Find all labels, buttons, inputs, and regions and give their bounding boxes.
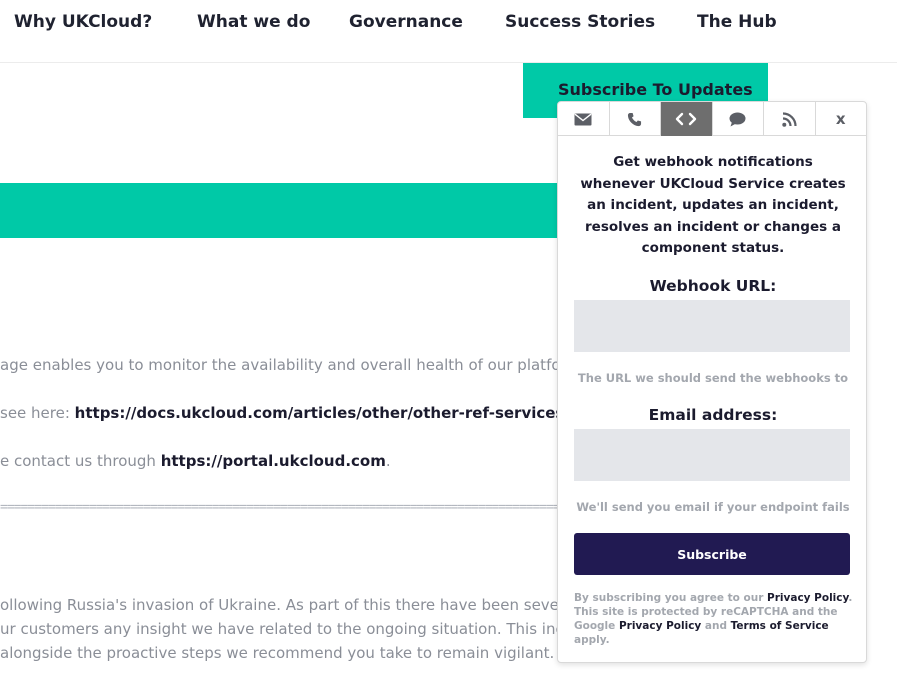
contact-paragraph: e contact us through https://portal.ukcl… — [0, 452, 391, 470]
docs-paragraph-text: see here: — [0, 404, 75, 422]
nav-why-ukcloud[interactable]: Why UKCloud? — [14, 12, 152, 32]
google-privacy-policy-link[interactable]: Privacy Policy — [619, 620, 701, 632]
tab-rss[interactable] — [764, 102, 816, 136]
legal-text-1: By subscribing you agree to our — [574, 592, 768, 604]
chat-bubble-icon — [729, 112, 746, 126]
nav-what-we-do[interactable]: What we do — [197, 12, 310, 32]
tab-webhook[interactable] — [661, 102, 713, 136]
legal-text-3: and — [701, 620, 731, 632]
tab-sms[interactable] — [610, 102, 661, 136]
top-nav: Why UKCloud? What we do Governance Succe… — [0, 0, 897, 63]
nav-the-hub[interactable]: The Hub — [697, 12, 777, 32]
phone-icon — [628, 112, 642, 126]
notice-line-2: ur customers any insight we have related… — [0, 620, 604, 638]
tab-email[interactable] — [558, 102, 610, 136]
webhook-url-hint: The URL we should send the webhooks to — [577, 371, 849, 385]
subscribe-method-tabs: x — [558, 102, 866, 136]
portal-link[interactable]: https://portal.ukcloud.com — [161, 452, 386, 470]
privacy-policy-link[interactable]: Privacy Policy — [767, 592, 848, 604]
code-icon — [676, 112, 697, 126]
email-address-input[interactable] — [574, 429, 850, 481]
webhook-description: Get webhook notifications whenever UKClo… — [580, 154, 846, 256]
page-banner — [0, 183, 560, 238]
notice-line-3: alongside the proactive steps we recomme… — [0, 644, 555, 662]
contact-paragraph-text: e contact us through — [0, 452, 161, 470]
notice-line-1: ollowing Russia's invasion of Ukraine. A… — [0, 596, 599, 614]
legal-text-4: apply. — [574, 634, 610, 646]
email-address-hint: We'll send you email if your endpoint fa… — [576, 500, 850, 514]
email-address-label: Email address: — [648, 406, 778, 424]
webhook-url-input[interactable] — [574, 300, 850, 352]
webhook-url-label: Webhook URL: — [649, 277, 777, 295]
subscribe-button[interactable]: Subscribe — [574, 533, 850, 575]
docs-link[interactable]: https://docs.ukcloud.com/articles/other/… — [75, 404, 615, 422]
text-divider: ========================================… — [0, 500, 560, 515]
subscribe-popup: x Get webhook notifications whenever UKC… — [557, 101, 867, 663]
rss-icon — [782, 111, 797, 127]
intro-paragraph: age enables you to monitor the availabil… — [0, 356, 594, 374]
close-icon: x — [835, 110, 846, 128]
contact-paragraph-end: . — [385, 452, 391, 470]
nav-success-stories[interactable]: Success Stories — [505, 12, 655, 32]
close-popup-button[interactable]: x — [816, 102, 867, 136]
docs-paragraph: see here: https://docs.ukcloud.com/artic… — [0, 404, 615, 422]
legal-notice: By subscribing you agree to our Privacy … — [574, 591, 854, 647]
envelope-icon — [574, 113, 592, 125]
tab-slack[interactable] — [713, 102, 764, 136]
nav-governance[interactable]: Governance — [349, 12, 463, 32]
terms-of-service-link[interactable]: Terms of Service — [731, 620, 829, 632]
